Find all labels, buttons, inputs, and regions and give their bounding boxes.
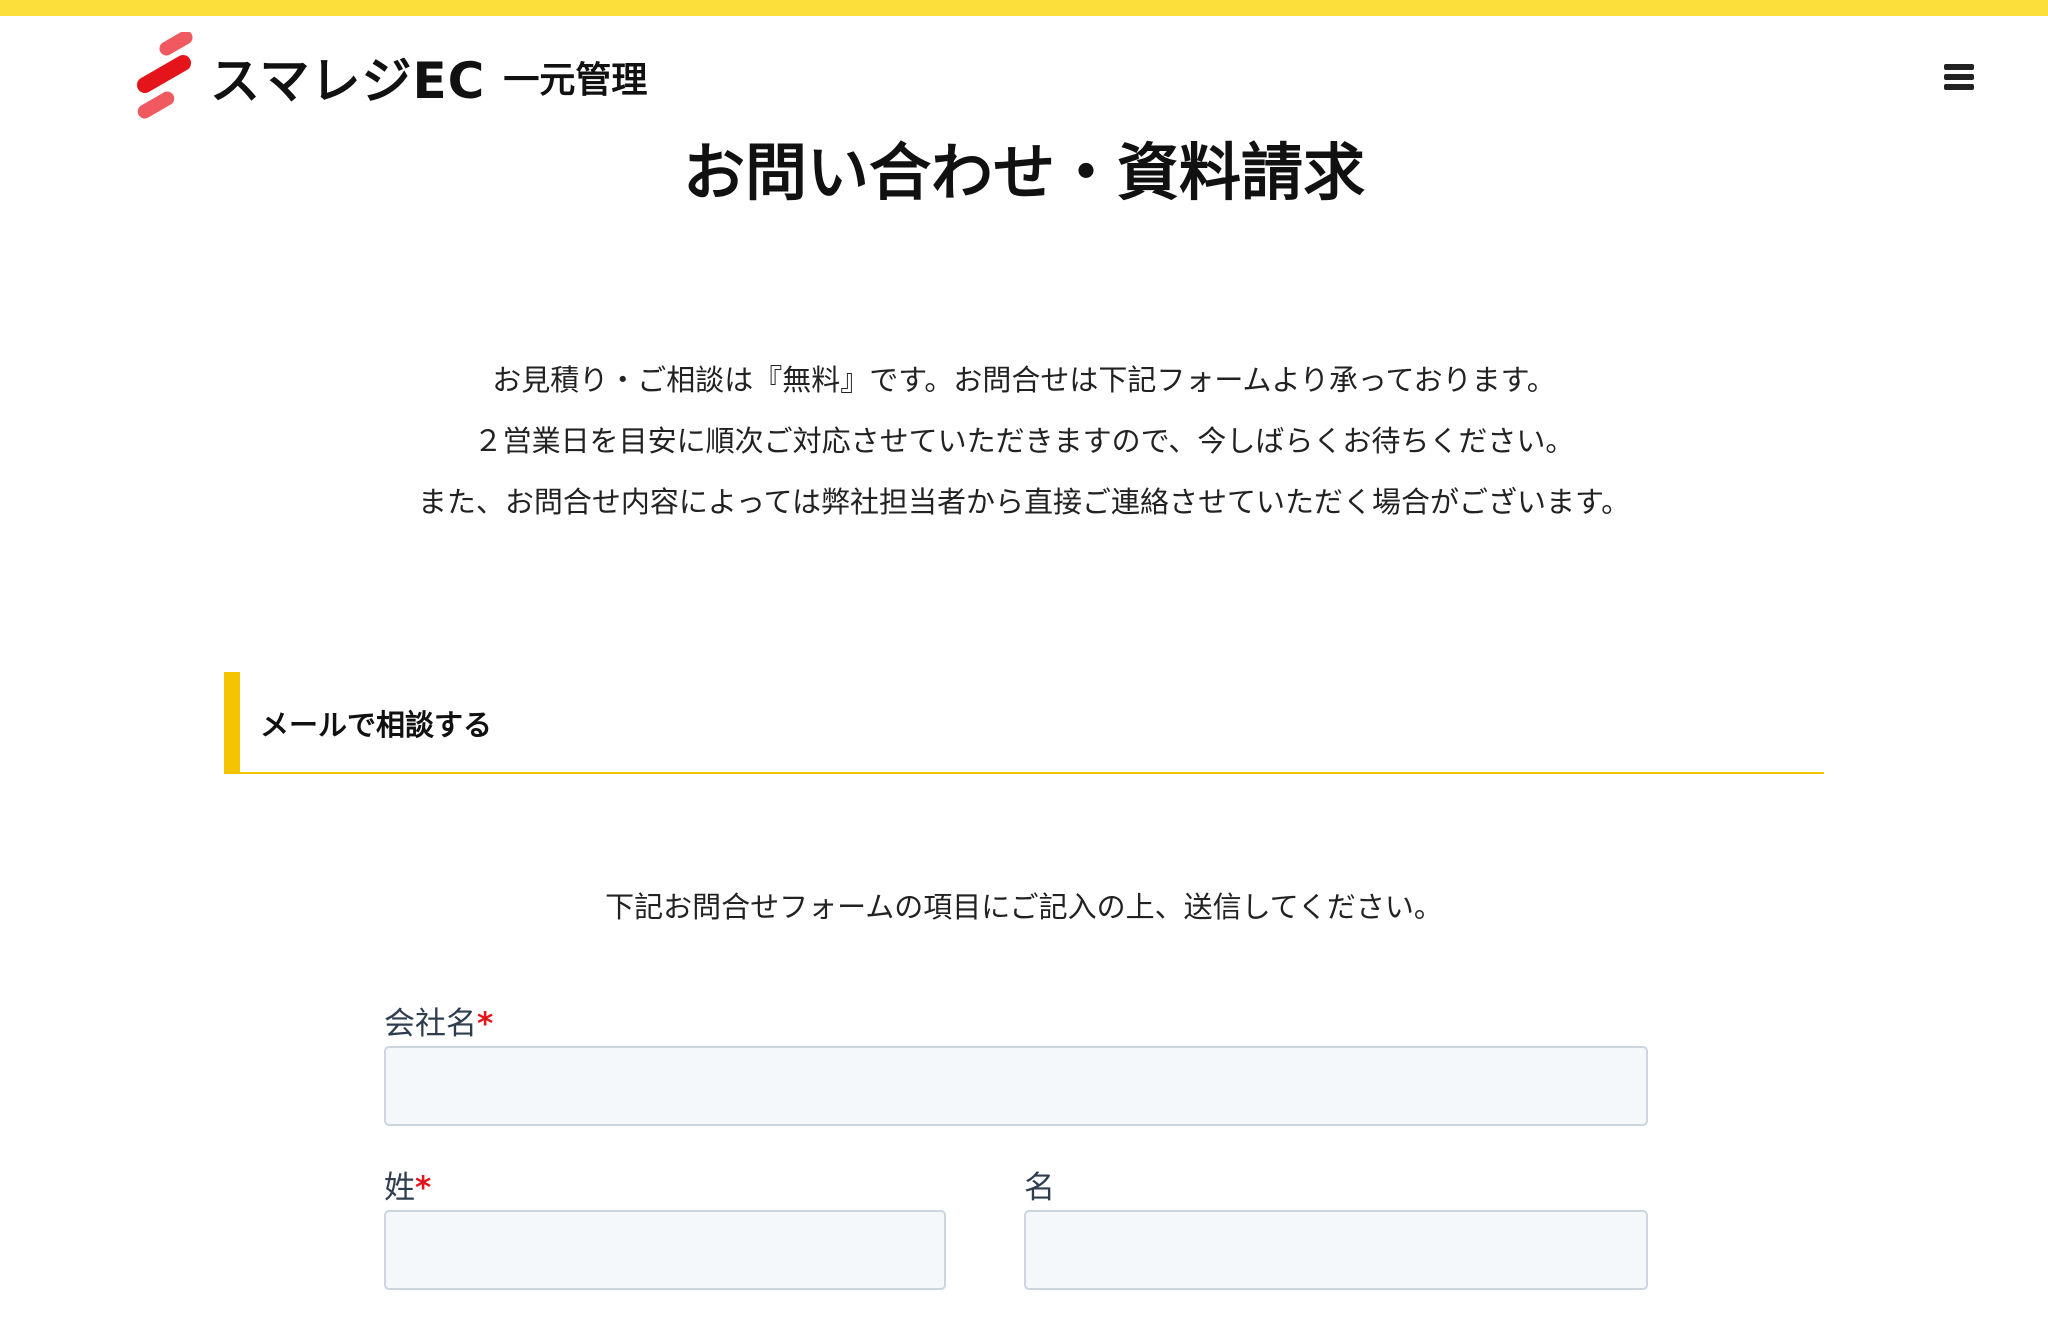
first-name-input[interactable] [1024, 1210, 1648, 1290]
intro-text: お見積り・ご相談は『無料』です。お問合せは下記フォームより承っております。 ２営… [0, 350, 2048, 533]
form-lead-text: 下記お問合せフォームの項目にご記入の上、送信してください。 [605, 890, 1443, 924]
last-name-label-text: 姓 [384, 1170, 415, 1206]
section-header: メールで相談する [224, 672, 1824, 774]
intro-line: また、お問合せ内容によっては弊社担当者から直接ご連絡させていただく場合がございま… [417, 485, 1631, 519]
first-name-label: 名 [1024, 1162, 1055, 1207]
logo-subtitle: 一元管理 [503, 60, 648, 101]
required-mark: * [477, 1006, 494, 1042]
site-logo[interactable]: スマレジEC 一元管理 [130, 32, 647, 122]
section-title: メールで相談する [260, 708, 493, 742]
company-label-text: 会社名 [384, 1006, 477, 1042]
intro-line: お見積り・ご相談は『無料』です。お問合せは下記フォームより承っております。 [492, 363, 1556, 397]
logo-text: スマレジEC [210, 52, 486, 110]
top-accent-bar [0, 0, 2048, 16]
intro-line: ２営業日を目安に順次ご対応させていただきますので、今しばらくお待ちください。 [473, 424, 1575, 458]
last-name-label: 姓* [384, 1162, 431, 1207]
company-input[interactable] [384, 1046, 1648, 1126]
first-name-label-text: 名 [1024, 1170, 1055, 1206]
page-title: お問い合わせ・資料請求 [682, 136, 1365, 209]
hamburger-menu-icon[interactable] [1940, 60, 1980, 94]
last-name-input[interactable] [384, 1210, 946, 1290]
required-mark: * [415, 1170, 432, 1206]
logo-mark-icon [136, 32, 193, 119]
company-label: 会社名* [384, 998, 493, 1043]
